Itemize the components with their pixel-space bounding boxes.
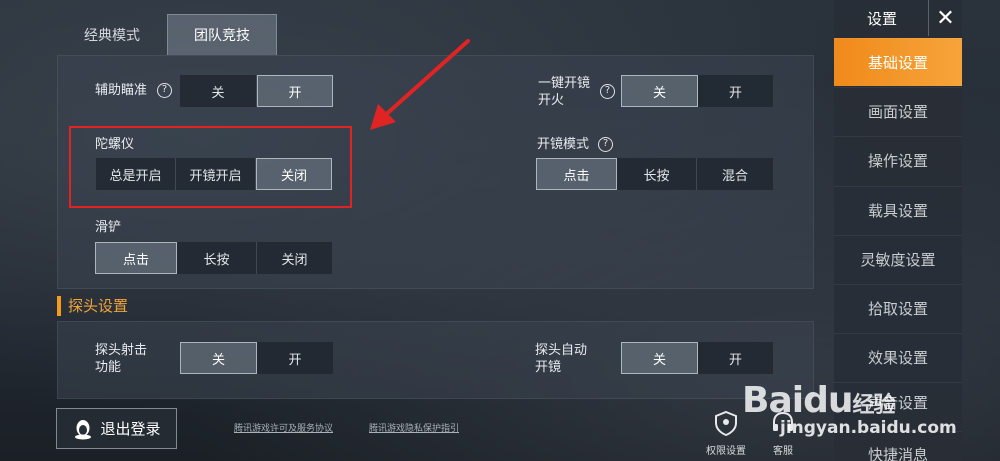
sidebar-item-pickup[interactable]: 拾取设置 [834,284,962,332]
peek-settings-title: 探头设置 [57,296,128,316]
annotation-arrow [370,39,470,130]
slide-toggle: 点击 长按 关闭 [95,242,332,274]
help-icon[interactable]: ? [598,137,613,152]
logout-button[interactable]: 退出登录 [56,408,177,449]
customer-service-label: 客服 [773,446,793,457]
scope-mode-mixed[interactable]: 混合 [697,158,773,190]
sidebar-item-graphics[interactable]: 画面设置 [834,87,962,135]
tab-classic[interactable]: 经典模式 [57,14,167,55]
peek-auto-scope-label-1: 探头自动 [535,343,588,358]
help-icon[interactable]: ? [600,84,615,99]
peek-fire-label-1: 探头射击 [95,343,148,358]
aim-assist-label: 辅助瞄准 [95,83,148,98]
permission-settings-label: 权限设置 [706,446,746,457]
peek-auto-scope-off[interactable]: 关 [621,342,698,374]
sidebar-item-basic[interactable]: 基础设置 [834,38,962,86]
sidebar-item-vehicle[interactable]: 载具设置 [834,186,962,234]
peek-auto-scope-label-2: 开镜 [535,360,562,375]
watermark-suffix: 经验 [852,393,895,418]
slide-tap[interactable]: 点击 [95,242,177,274]
slide-off[interactable]: 关闭 [257,242,332,274]
qq-penguin-icon [75,419,92,439]
slide-hold[interactable]: 长按 [177,242,257,274]
logout-label: 退出登录 [100,420,161,438]
aim-assist-off[interactable]: 关 [180,75,257,107]
close-icon: ✕ [936,5,955,31]
shield-icon [715,410,737,437]
peek-fire-label-2: 功能 [95,360,122,375]
peek-fire-toggle: 关 开 [180,342,333,374]
baidu-watermark: Baidu经验 [742,380,896,421]
peek-fire-off[interactable]: 关 [180,342,257,374]
one-tap-fire-label-1: 一键开镜 [538,76,591,91]
aim-assist-toggle: 关 开 [180,75,333,107]
watermark-brand: Baidu [742,380,853,421]
peek-fire-on[interactable]: 开 [257,342,333,374]
sidebar-item-effects[interactable]: 效果设置 [834,333,962,381]
scope-mode-toggle: 点击 长按 混合 [536,158,773,190]
peek-auto-scope-toggle: 关 开 [621,342,773,374]
one-tap-fire-label-2: 开火 [538,93,565,108]
help-icon[interactable]: ? [157,83,172,98]
annotation-highlight-box [69,126,352,208]
scope-mode-hold[interactable]: 长按 [617,158,697,190]
aim-assist-on[interactable]: 开 [257,75,333,107]
peek-auto-scope-on[interactable]: 开 [698,342,773,374]
slide-label: 滑铲 [95,220,122,235]
sidebar-item-controls[interactable]: 操作设置 [834,136,962,184]
one-tap-fire-toggle: 关 开 [621,75,773,107]
sidebar-title: 设置 [866,9,897,28]
sidebar-item-sensitivity[interactable]: 灵敏度设置 [834,235,962,283]
watermark-url: jingyan.baidu.com [780,418,957,438]
one-tap-fire-off[interactable]: 关 [621,75,698,107]
close-button[interactable]: ✕ [928,0,962,36]
scope-mode-tap[interactable]: 点击 [536,158,617,190]
tab-team-deathmatch[interactable]: 团队竞技 [167,14,277,55]
one-tap-fire-on[interactable]: 开 [698,75,773,107]
scope-mode-label: 开镜模式 [537,137,590,152]
license-agreement-link[interactable]: 腾讯游戏许可及服务协议 [234,421,333,434]
privacy-guide-link[interactable]: 腾讯游戏隐私保护指引 [369,421,459,434]
mode-tabs: 经典模式 团队竞技 [57,14,277,55]
